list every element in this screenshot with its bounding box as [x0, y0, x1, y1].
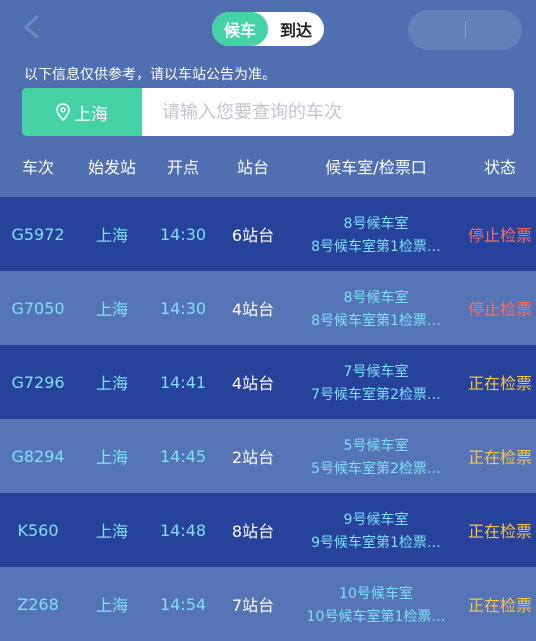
status-badge: 停止检票: [467, 300, 532, 319]
train-search-input[interactable]: [142, 88, 514, 136]
depart-time: 14:45: [159, 446, 207, 466]
waiting-room-name: 5号候车室: [343, 437, 409, 454]
menu-capsule[interactable]: [408, 10, 522, 50]
train-number: Z268: [17, 594, 59, 614]
train-number: K560: [17, 520, 59, 540]
ticket-gate: 8号候车室第1检票…: [311, 238, 441, 255]
waiting-room: 7号候车室 7号候车室第2检票…: [288, 345, 464, 419]
mode-toggle: 候车 到达: [212, 12, 324, 46]
platform: 8站台: [231, 522, 275, 541]
table-row[interactable]: G7050 上海 14:30 4站台 8号候车室 8号候车室第1检票… 停止检票: [0, 271, 536, 345]
column-header-train: 车次: [21, 158, 54, 177]
train-number: G7050: [11, 298, 65, 318]
table-row[interactable]: Z268 上海 14:54 7站台 10号候车室 10号候车室第1检票… 正在检…: [0, 567, 536, 641]
waiting-room-name: 8号候车室: [343, 289, 409, 306]
column-header-depart: 开点: [166, 158, 199, 177]
platform: 2站台: [231, 448, 275, 467]
ticket-gate: 5号候车室第2检票…: [311, 460, 441, 477]
waiting-room-name: 9号候车室: [343, 511, 409, 528]
table-row[interactable]: G8294 上海 14:45 2站台 5号候车室 5号候车室第2检票… 正在检票: [0, 419, 536, 493]
platform: 7站台: [231, 596, 275, 615]
depart-time: 14:41: [159, 372, 207, 392]
table-row[interactable]: G7296 上海 14:41 4站台 7号候车室 7号候车室第2检票… 正在检票: [0, 345, 536, 419]
depart-time: 14:54: [159, 594, 207, 614]
ticket-gate: 8号候车室第1检票…: [311, 312, 441, 329]
top-bar: 候车 到达: [0, 0, 536, 58]
capsule-divider: [465, 21, 466, 39]
table-row[interactable]: K560 上海 14:48 8站台 9号候车室 9号候车室第1检票… 正在检票: [0, 493, 536, 567]
waiting-room-name: 10号候车室: [339, 585, 413, 602]
status-badge: 停止检票: [467, 226, 532, 245]
column-header-platform: 站台: [236, 158, 269, 177]
waiting-room: 8号候车室 8号候车室第1检票…: [288, 271, 464, 345]
train-number: G8294: [11, 446, 65, 466]
train-number: G5972: [11, 224, 65, 244]
waiting-room: 10号候车室 10号候车室第1检票…: [288, 567, 464, 641]
platform: 4站台: [231, 300, 275, 319]
status-badge: 正在检票: [467, 448, 532, 467]
origin-station: 上海: [95, 374, 128, 393]
waiting-room: 5号候车室 5号候车室第2检票…: [288, 419, 464, 493]
search-bar: 上海: [22, 88, 514, 136]
station-selector[interactable]: 上海: [22, 88, 142, 136]
status-badge: 正在检票: [467, 374, 532, 393]
ticket-gate: 9号候车室第1检票…: [311, 534, 441, 551]
column-header-waiting-room: 候车室/检票口: [325, 158, 427, 177]
column-header-status: 状态: [483, 158, 516, 177]
disclaimer-text: 以下信息仅供参考，请以车站公告为准。: [24, 67, 276, 83]
train-number: G7296: [11, 372, 65, 392]
train-table: G5972 上海 14:30 6站台 8号候车室 8号候车室第1检票… 停止检票…: [0, 197, 536, 641]
station-name: 上海: [74, 104, 108, 125]
waiting-room-name: 8号候车室: [343, 215, 409, 232]
platform: 6站台: [231, 226, 275, 245]
origin-station: 上海: [95, 448, 128, 467]
depart-time: 14:30: [159, 224, 207, 244]
platform: 4站台: [231, 374, 275, 393]
ticket-gate: 10号候车室第1检票…: [306, 608, 446, 625]
origin-station: 上海: [95, 300, 128, 319]
status-badge: 正在检票: [467, 522, 532, 541]
origin-station: 上海: [95, 522, 128, 541]
column-header-origin: 始发站: [87, 158, 136, 177]
location-pin-icon: [56, 103, 70, 121]
table-row[interactable]: G5972 上海 14:30 6站台 8号候车室 8号候车室第1检票… 停止检票: [0, 197, 536, 271]
status-badge: 正在检票: [467, 596, 532, 615]
waiting-room: 8号候车室 8号候车室第1检票…: [288, 197, 464, 271]
waiting-room-name: 7号候车室: [343, 363, 409, 380]
table-header: 车次 始发站 开点 站台 候车室/检票口 状态: [0, 144, 536, 188]
origin-station: 上海: [95, 596, 128, 615]
tab-arrival[interactable]: 到达: [268, 12, 324, 46]
tab-waiting[interactable]: 候车: [212, 12, 268, 46]
depart-time: 14:30: [159, 298, 207, 318]
origin-station: 上海: [95, 226, 128, 245]
chevron-left-icon[interactable]: [22, 14, 44, 40]
depart-time: 14:48: [159, 520, 207, 540]
ticket-gate: 7号候车室第2检票…: [311, 386, 441, 403]
waiting-room: 9号候车室 9号候车室第1检票…: [288, 493, 464, 567]
